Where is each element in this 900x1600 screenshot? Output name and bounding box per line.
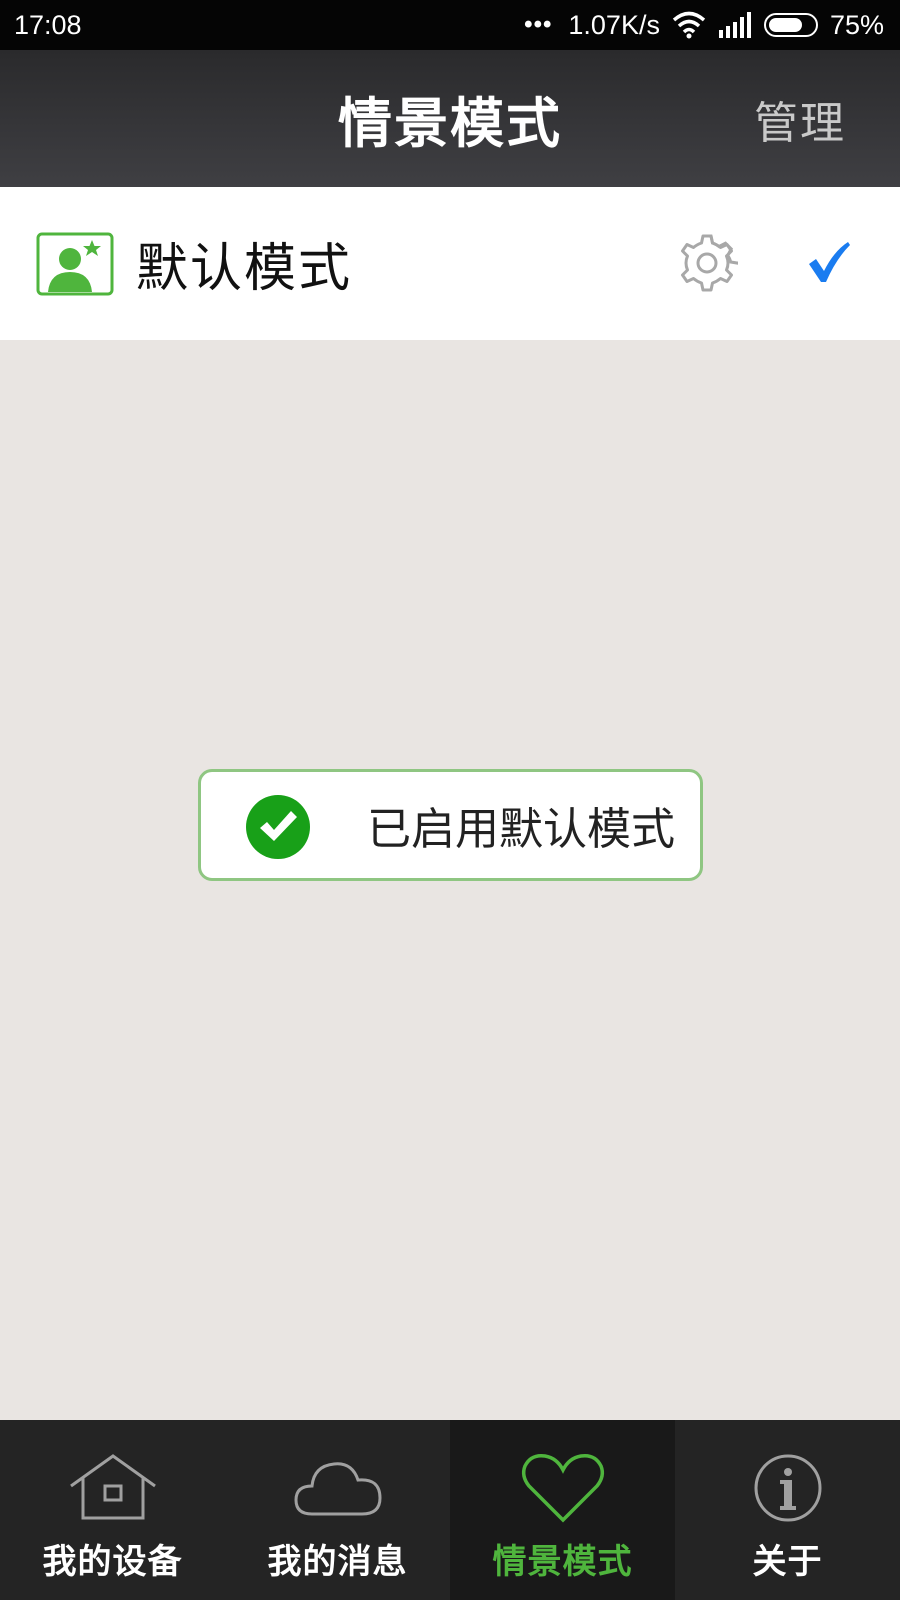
scene-mode-icon bbox=[36, 232, 114, 296]
nav-label: 情景模式 bbox=[492, 1542, 633, 1582]
cloud-icon bbox=[293, 1462, 382, 1516]
nav-item-messages[interactable]: 我的消息 bbox=[225, 1420, 450, 1600]
nav-item-devices[interactable]: 我的设备 bbox=[0, 1420, 225, 1600]
status-indicators: ••• 1.07K/s 75% bbox=[524, 10, 884, 41]
nav-label: 我的消息 bbox=[267, 1542, 408, 1582]
status-bar: 17:08 ••• 1.07K/s 75% bbox=[0, 0, 900, 50]
status-time: 17:08 bbox=[14, 9, 82, 40]
battery-icon bbox=[763, 13, 818, 37]
gear-icon[interactable] bbox=[676, 232, 738, 294]
mode-list-item-default[interactable]: 默认模式 bbox=[0, 187, 900, 340]
heart-icon bbox=[521, 1453, 604, 1523]
nav-label: 我的设备 bbox=[42, 1542, 183, 1582]
bottom-nav: 我的设备 我的消息 情景模式 关于 bbox=[0, 1420, 900, 1600]
info-icon bbox=[754, 1454, 821, 1522]
title-bar: 情景模式 管理 bbox=[0, 50, 900, 187]
selected-check-icon bbox=[809, 242, 850, 282]
nav-item-scene-mode[interactable]: 情景模式 bbox=[450, 1420, 675, 1600]
mode-label: 默认模式 bbox=[136, 239, 353, 299]
toast: 已启用默认模式 bbox=[198, 769, 703, 881]
signal-icon bbox=[718, 12, 751, 38]
toast-message: 已启用默认模式 bbox=[367, 804, 675, 855]
status-dots: ••• bbox=[524, 11, 553, 38]
success-check-icon bbox=[246, 795, 310, 859]
manage-button[interactable]: 管理 bbox=[754, 50, 846, 187]
wifi-icon bbox=[672, 11, 706, 39]
nav-label: 关于 bbox=[752, 1542, 823, 1582]
network-speed: 1.07K/s bbox=[568, 9, 660, 40]
nav-item-about[interactable]: 关于 bbox=[675, 1420, 900, 1600]
battery-fill bbox=[768, 18, 802, 32]
home-icon bbox=[69, 1454, 156, 1520]
battery-percent: 75% bbox=[829, 9, 884, 40]
